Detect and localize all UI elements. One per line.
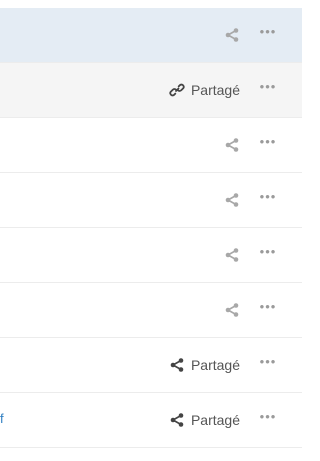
more-actions-button[interactable]: ••• (250, 130, 286, 160)
share-icon (224, 27, 240, 43)
file-list: ••• Partagé ••• ••• ••• ••• ••• Partagé … (0, 8, 302, 448)
more-icon: ••• (259, 134, 277, 149)
share-icon (224, 302, 240, 318)
more-icon: ••• (259, 244, 277, 259)
share-button[interactable] (224, 137, 240, 153)
more-actions-button[interactable]: ••• (250, 75, 286, 105)
more-icon: ••• (259, 354, 277, 369)
share-icon (224, 192, 240, 208)
share-icon (169, 357, 185, 373)
share-button[interactable]: Partagé (169, 412, 240, 428)
more-icon: ••• (259, 79, 277, 94)
share-button[interactable] (224, 192, 240, 208)
share-icon (224, 137, 240, 153)
file-row[interactable]: ••• (0, 228, 302, 283)
file-row[interactable]: ••• (0, 8, 302, 63)
more-actions-button[interactable]: ••• (250, 20, 286, 50)
file-name-link[interactable]: f (0, 411, 4, 427)
link-icon (169, 82, 185, 98)
more-icon: ••• (259, 189, 277, 204)
more-actions-button[interactable]: ••• (250, 405, 286, 435)
file-row[interactable]: Partagé ••• (0, 338, 302, 393)
more-actions-button[interactable]: ••• (250, 240, 286, 270)
share-button[interactable]: Partagé (169, 82, 240, 98)
share-icon (224, 247, 240, 263)
more-actions-button[interactable]: ••• (250, 185, 286, 215)
more-icon: ••• (259, 299, 277, 314)
more-actions-button[interactable]: ••• (250, 350, 286, 380)
file-row[interactable]: Partagé ••• (0, 63, 302, 118)
share-button[interactable] (224, 302, 240, 318)
share-button[interactable] (224, 27, 240, 43)
more-actions-button[interactable]: ••• (250, 295, 286, 325)
share-status-label: Partagé (190, 412, 240, 428)
more-icon: ••• (259, 24, 277, 39)
file-row[interactable]: ••• (0, 283, 302, 338)
share-button[interactable] (224, 247, 240, 263)
more-icon: ••• (259, 409, 277, 424)
file-row[interactable]: f Partagé ••• (0, 393, 302, 448)
file-row[interactable]: ••• (0, 173, 302, 228)
share-status-label: Partagé (190, 357, 240, 373)
share-button[interactable]: Partagé (169, 357, 240, 373)
share-status-label: Partagé (190, 82, 240, 98)
file-row[interactable]: ••• (0, 118, 302, 173)
share-icon (169, 412, 185, 428)
